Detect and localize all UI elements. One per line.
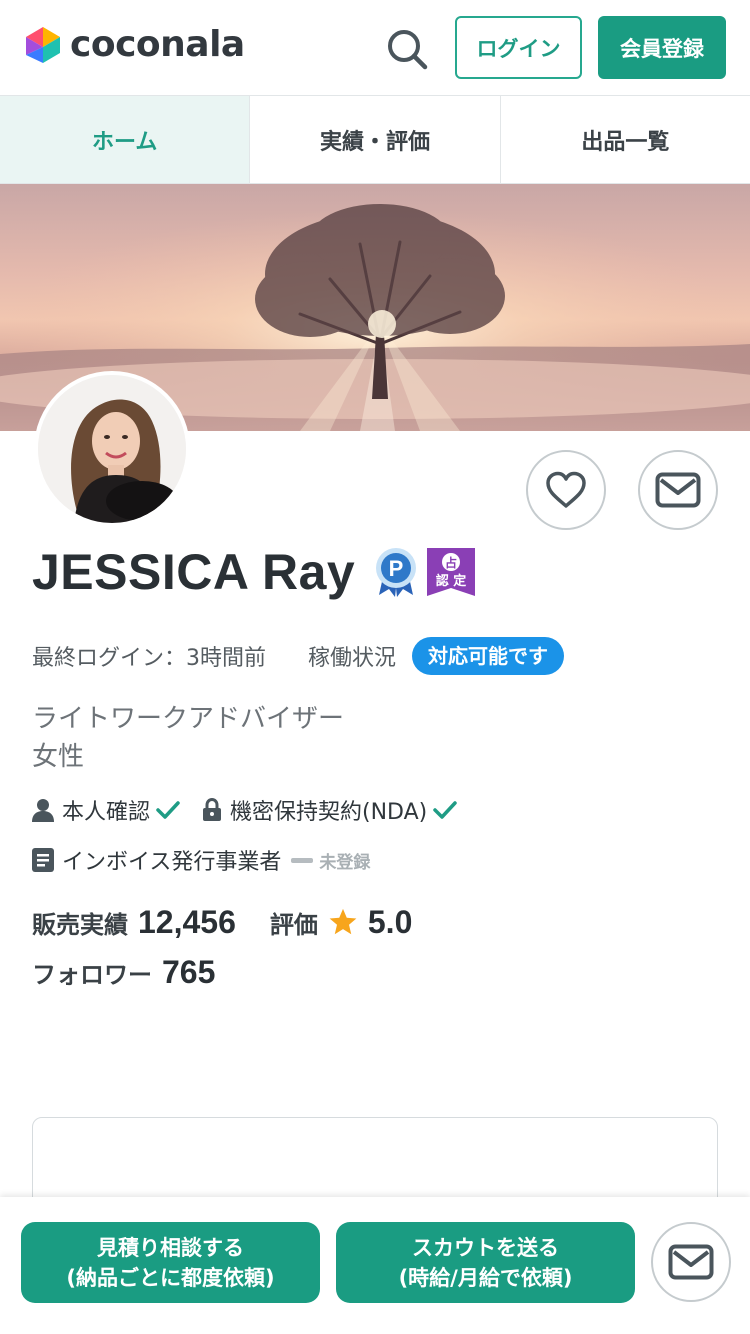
sales-value: 12,456 bbox=[138, 903, 236, 940]
profile-tabs: ホーム 実績・評価 出品一覧 bbox=[0, 95, 750, 184]
check-icon bbox=[156, 801, 180, 819]
scout-line1: スカウトを送る bbox=[412, 1235, 559, 1260]
profile-photo bbox=[38, 375, 186, 523]
last-login: 最終ログイン：3時間前 bbox=[32, 646, 266, 671]
quote-request-line2: (納品ごとに都度依頼) bbox=[66, 1265, 275, 1290]
scout-button[interactable]: スカウトを送る (時給/月給で依頼) bbox=[336, 1222, 635, 1303]
invoice-status-text: 未登録 bbox=[319, 852, 371, 873]
avatar[interactable] bbox=[34, 371, 190, 527]
availability-label: 稼働状況 bbox=[308, 646, 397, 671]
identity-verification: 本人確認 bbox=[32, 794, 180, 826]
availability-badge: 対応可能です bbox=[412, 637, 565, 675]
identity-verified-label: 本人確認 bbox=[62, 800, 151, 825]
search-button[interactable] bbox=[384, 26, 430, 72]
profile-name-row: JESSICA Ray P 占 認 定 bbox=[32, 540, 476, 604]
check-icon bbox=[433, 801, 457, 819]
person-icon bbox=[32, 799, 54, 822]
svg-text:P: P bbox=[389, 556, 404, 581]
tab-results-reviews[interactable]: 実績・評価 bbox=[250, 96, 501, 183]
invoice-status: 未登録 bbox=[291, 848, 370, 873]
favorite-button[interactable] bbox=[526, 450, 606, 530]
star-icon bbox=[329, 908, 357, 935]
document-icon bbox=[32, 848, 54, 872]
followers-value: 765 bbox=[162, 953, 216, 990]
invoice-label: インボイス発行事業者 bbox=[62, 850, 282, 875]
search-icon bbox=[388, 30, 428, 70]
nda-label: 機密保持契約(NDA) bbox=[230, 800, 428, 825]
invoice-row: インボイス発行事業者 未登録 bbox=[32, 842, 370, 878]
svg-text:認 定: 認 定 bbox=[436, 573, 467, 589]
certified-badge-icon[interactable]: 占 認 定 bbox=[427, 548, 476, 596]
scout-line2: (時給/月給で依頼) bbox=[398, 1265, 573, 1290]
pro-badge-icon[interactable]: P bbox=[373, 547, 419, 597]
coconala-logo-icon bbox=[26, 26, 60, 63]
register-button[interactable]: 会員登録 bbox=[598, 16, 726, 79]
quote-request-button[interactable]: 見積り相談する (納品ごとに都度依頼) bbox=[21, 1222, 320, 1303]
nda-verification: 機密保持契約(NDA) bbox=[202, 794, 457, 826]
sales-label: 販売実績 bbox=[32, 910, 128, 939]
heart-icon bbox=[546, 471, 586, 508]
bottom-action-bar: 見積り相談する (納品ごとに都度依頼) スカウトを送る (時給/月給で依頼) bbox=[0, 1197, 750, 1334]
dash-icon bbox=[291, 857, 314, 863]
message-button[interactable] bbox=[638, 450, 718, 530]
gender: 女性 bbox=[32, 742, 85, 772]
badges: P 占 認 定 bbox=[373, 547, 476, 597]
job-title: ライトワークアドバイザー bbox=[32, 704, 345, 734]
header: coconala ログイン 会員登録 bbox=[0, 0, 750, 95]
followers-row[interactable]: フォロワー 765 bbox=[32, 948, 215, 996]
login-button[interactable]: ログイン bbox=[455, 16, 582, 79]
envelope-icon bbox=[668, 1244, 714, 1280]
lock-icon bbox=[203, 798, 222, 821]
rating-value: 5.0 bbox=[367, 903, 413, 940]
status-row: 最終ログイン：3時間前 稼働状況 対応可能です bbox=[32, 636, 565, 676]
stats-row: 販売実績 12,456 評価 5.0 bbox=[32, 898, 412, 946]
tab-listings[interactable]: 出品一覧 bbox=[500, 96, 750, 183]
profile-details: ライトワークアドバイザー 女性 bbox=[32, 700, 344, 776]
logo-text: coconala bbox=[70, 24, 245, 65]
quote-request-line1: 見積り相談する bbox=[97, 1235, 244, 1260]
svg-text:占: 占 bbox=[445, 555, 457, 570]
coconala-logo[interactable]: coconala bbox=[24, 24, 245, 65]
followers-label: フォロワー bbox=[32, 960, 152, 989]
verification-row: 本人確認 機密保持契約(NDA) bbox=[32, 792, 479, 828]
envelope-icon bbox=[655, 472, 701, 508]
profile-name: JESSICA Ray bbox=[32, 544, 356, 600]
bottom-message-button[interactable] bbox=[651, 1222, 731, 1302]
rating-label: 評価 bbox=[269, 910, 318, 939]
tab-home[interactable]: ホーム bbox=[0, 96, 251, 183]
